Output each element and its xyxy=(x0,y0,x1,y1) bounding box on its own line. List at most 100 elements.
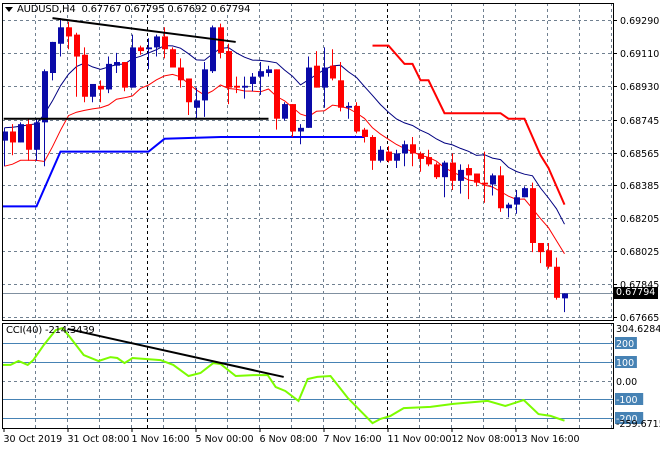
bear-candle xyxy=(226,43,232,105)
price-axis-label: 0.68385 xyxy=(620,181,659,192)
bear-candle xyxy=(178,58,184,88)
bear-candle xyxy=(410,136,416,167)
time-axis-label: 7 Nov 16:00 xyxy=(324,434,382,445)
candle-body xyxy=(330,65,336,79)
price-axis-label: 0.69110 xyxy=(620,49,659,60)
candle-body xyxy=(410,144,416,154)
candle-body xyxy=(266,69,272,74)
bear-candle xyxy=(74,32,80,97)
cci-name: CCI(40) xyxy=(6,325,43,336)
bear-candle xyxy=(450,153,456,190)
candle-body xyxy=(210,27,216,72)
candle-body xyxy=(402,144,408,154)
bear-candle xyxy=(354,102,360,134)
candle-body xyxy=(562,293,568,299)
cci-axis-label: 100 xyxy=(616,358,634,369)
price-axis-label: 0.67665 xyxy=(620,313,659,324)
bull-candle xyxy=(250,73,256,92)
bull-candle xyxy=(130,34,136,88)
candle-body xyxy=(226,51,232,88)
close-value: 0.67794 xyxy=(210,4,251,15)
candle-body xyxy=(98,85,104,90)
bear-candle xyxy=(498,166,504,212)
bear-candle xyxy=(98,80,104,103)
bull-candle xyxy=(266,65,272,77)
candle-body xyxy=(434,164,440,178)
main-panel-border xyxy=(2,3,614,321)
candle-body xyxy=(466,168,472,176)
bear-candle xyxy=(122,62,128,92)
candle-body xyxy=(490,175,496,185)
bull-candle xyxy=(282,102,288,121)
candle-body xyxy=(42,71,48,123)
candle-body xyxy=(538,242,544,253)
bull-candle xyxy=(242,76,248,99)
bull-candle xyxy=(562,293,568,313)
bear-candle xyxy=(170,47,176,68)
bull-candle xyxy=(58,18,64,57)
support-step-line xyxy=(2,136,365,208)
chart-canvas[interactable]: 0.69290 0.69110 0.68930 0.68745 0.68565 0.683… xyxy=(0,0,660,450)
candle-body xyxy=(458,169,464,181)
time-axis-label: 5 Nov 00:00 xyxy=(196,434,254,445)
price-axis-label: 0.69290 xyxy=(620,16,659,27)
bear-candle xyxy=(330,49,336,81)
bull-candle xyxy=(90,83,96,103)
candle-body xyxy=(418,153,424,159)
candle-body xyxy=(194,100,200,108)
candle-body xyxy=(530,188,536,243)
time-axis-label: 6 Nov 08:00 xyxy=(260,434,318,445)
bear-candle xyxy=(426,149,432,167)
price-axis-label: 0.68565 xyxy=(620,149,659,160)
ma-high-line xyxy=(4,45,565,225)
candle-body xyxy=(170,49,176,68)
candle-body xyxy=(506,204,512,209)
bull-candle xyxy=(18,122,24,143)
bull-candle xyxy=(34,118,40,161)
cci-axis-label: 0.00 xyxy=(616,377,637,388)
time-axis-label: 30 Oct 2019 xyxy=(4,434,63,445)
dropdown-triangle-icon[interactable] xyxy=(5,6,13,12)
bull-candle xyxy=(514,189,520,214)
candle-body xyxy=(138,47,144,52)
chart-header: AUDUSD,H4 0.67767 0.67795 0.67692 0.6779… xyxy=(5,4,250,15)
cci-line xyxy=(2,326,565,425)
candle-body xyxy=(202,69,208,101)
bull-candle xyxy=(522,186,528,198)
candle-body xyxy=(186,78,192,103)
candle-body xyxy=(394,153,400,161)
bear-candle xyxy=(386,146,392,163)
candle-body xyxy=(146,47,152,50)
time-axis-label: 31 Oct 08:00 xyxy=(68,434,130,445)
bull-candle xyxy=(506,202,512,218)
bear-candle xyxy=(530,182,536,253)
candle-body xyxy=(242,85,248,88)
candle-body xyxy=(426,157,432,165)
candle-body xyxy=(370,136,376,161)
candle-body xyxy=(250,76,256,84)
candle-body xyxy=(522,188,528,198)
bull-candle xyxy=(490,173,496,196)
candle-body xyxy=(90,83,96,97)
candle-body xyxy=(234,85,240,88)
bull-candle xyxy=(322,47,328,108)
time-axis-label: 11 Nov 00:00 xyxy=(388,434,452,445)
bull-candle xyxy=(210,25,216,74)
high-value: 0.67795 xyxy=(124,4,165,15)
cci-trendline xyxy=(67,327,284,378)
bear-candle xyxy=(466,164,472,200)
candle-body xyxy=(162,36,168,50)
current-price-tag: 0.67794 xyxy=(614,287,658,299)
bear-candle xyxy=(234,76,240,94)
bear-candle xyxy=(290,104,296,137)
bear-candle xyxy=(66,21,72,50)
candle-body xyxy=(114,62,120,66)
candle-body xyxy=(554,266,560,298)
ma-low-line xyxy=(4,73,565,254)
candle-body xyxy=(362,129,368,137)
candle-body xyxy=(546,250,552,267)
bull-candle xyxy=(114,52,120,74)
bear-candle xyxy=(474,173,480,187)
candle-body xyxy=(106,63,112,90)
bull-candle xyxy=(442,160,448,198)
